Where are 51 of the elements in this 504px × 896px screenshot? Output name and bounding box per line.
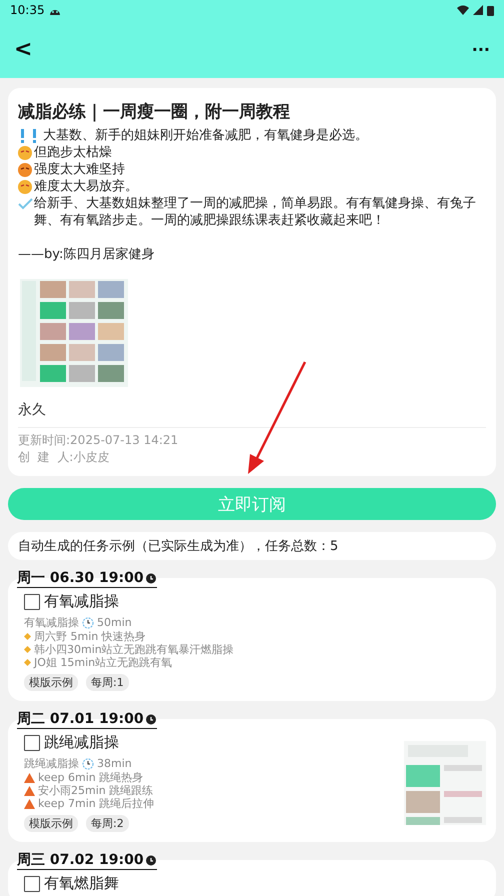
wifi-icon bbox=[457, 5, 469, 15]
triangle-icon bbox=[24, 798, 35, 808]
face-icon bbox=[18, 146, 33, 160]
task-subtitle: 跳绳减脂操 bbox=[24, 756, 79, 771]
task-title: 有氧燃脂舞 bbox=[44, 874, 119, 893]
meta-label: 创 建 人: bbox=[18, 450, 74, 464]
check-icon bbox=[18, 197, 33, 211]
task-title: 有氧减脂操 bbox=[44, 592, 119, 611]
tag: 模版示例 bbox=[24, 674, 78, 691]
tag: 每周:2 bbox=[86, 815, 129, 832]
step-text: 周六野 5min 快速热身 bbox=[34, 630, 146, 643]
timer-icon bbox=[82, 616, 94, 628]
update-time: 2025-07-13 14:21 bbox=[70, 433, 178, 447]
creator-name: 小皮皮 bbox=[73, 450, 110, 464]
description-text: 给新手、大基数姐妹整理了一周的减肥操，简单易跟。有有氧健身操、有兔子舞、有有氧踏步走。一周的减肥操跟练课表赶紧收藏起来吧！ bbox=[34, 195, 477, 229]
clock-time: 10:35 bbox=[10, 3, 45, 17]
task-summary: 自动生成的任务示例（已实际生成为准），任务总数：5 bbox=[8, 532, 496, 560]
triangle-icon bbox=[24, 786, 35, 796]
task-duration: 38min bbox=[97, 757, 132, 770]
duration-label: 永久 bbox=[18, 401, 47, 419]
step-text: 安小雨25min 跳绳跟练 bbox=[38, 784, 154, 797]
description-text: 强度太大难坚持 bbox=[34, 161, 125, 178]
plan-title: 减脂必练｜一周瘦一圈，附一周教程 bbox=[18, 101, 291, 123]
checkbox[interactable] bbox=[24, 734, 40, 750]
step-text: JO姐 15min站立无跑跳有氧 bbox=[34, 656, 172, 669]
description-text: 难度太大易放弃。 bbox=[34, 178, 138, 195]
tag: 每周:1 bbox=[86, 674, 129, 691]
description-text: 但跑步太枯燥 bbox=[34, 144, 112, 161]
step-text: 韩小四30min站立无跑跳有氧暴汗燃脂操 bbox=[34, 643, 234, 656]
checkbox[interactable] bbox=[24, 594, 40, 610]
task-date: 周一 06.30 19:00 bbox=[17, 569, 144, 587]
timer-icon bbox=[82, 758, 94, 770]
triangle-icon bbox=[24, 772, 35, 782]
tag: 模版示例 bbox=[24, 815, 78, 832]
step-text: keep 6min 跳绳热身 bbox=[38, 771, 144, 784]
description-text: 大基数、新手的姐妹刚开始准备减肥，有氧健身是必选。 bbox=[43, 127, 368, 144]
description-text: ——by:陈四月居家健身 bbox=[18, 246, 154, 263]
checkbox[interactable] bbox=[24, 876, 40, 892]
more-button[interactable]: ··· bbox=[472, 40, 490, 58]
face-icon bbox=[18, 180, 33, 194]
task-date: 周二 07.01 19:00 bbox=[17, 710, 144, 728]
task-duration: 50min bbox=[97, 616, 132, 629]
signal-icon bbox=[473, 5, 483, 15]
step-text: keep 7min 跳绳后拉伸 bbox=[38, 797, 154, 810]
face-icon bbox=[18, 163, 33, 177]
back-button[interactable]: < bbox=[14, 36, 32, 62]
task-subtitle: 有氧减脂操 bbox=[24, 615, 79, 630]
task-date: 周三 07.02 19:00 bbox=[17, 851, 144, 869]
meta-label: 更新时间: bbox=[18, 433, 70, 447]
task-title: 跳绳减脂操 bbox=[44, 733, 119, 752]
battery-icon bbox=[487, 4, 494, 16]
